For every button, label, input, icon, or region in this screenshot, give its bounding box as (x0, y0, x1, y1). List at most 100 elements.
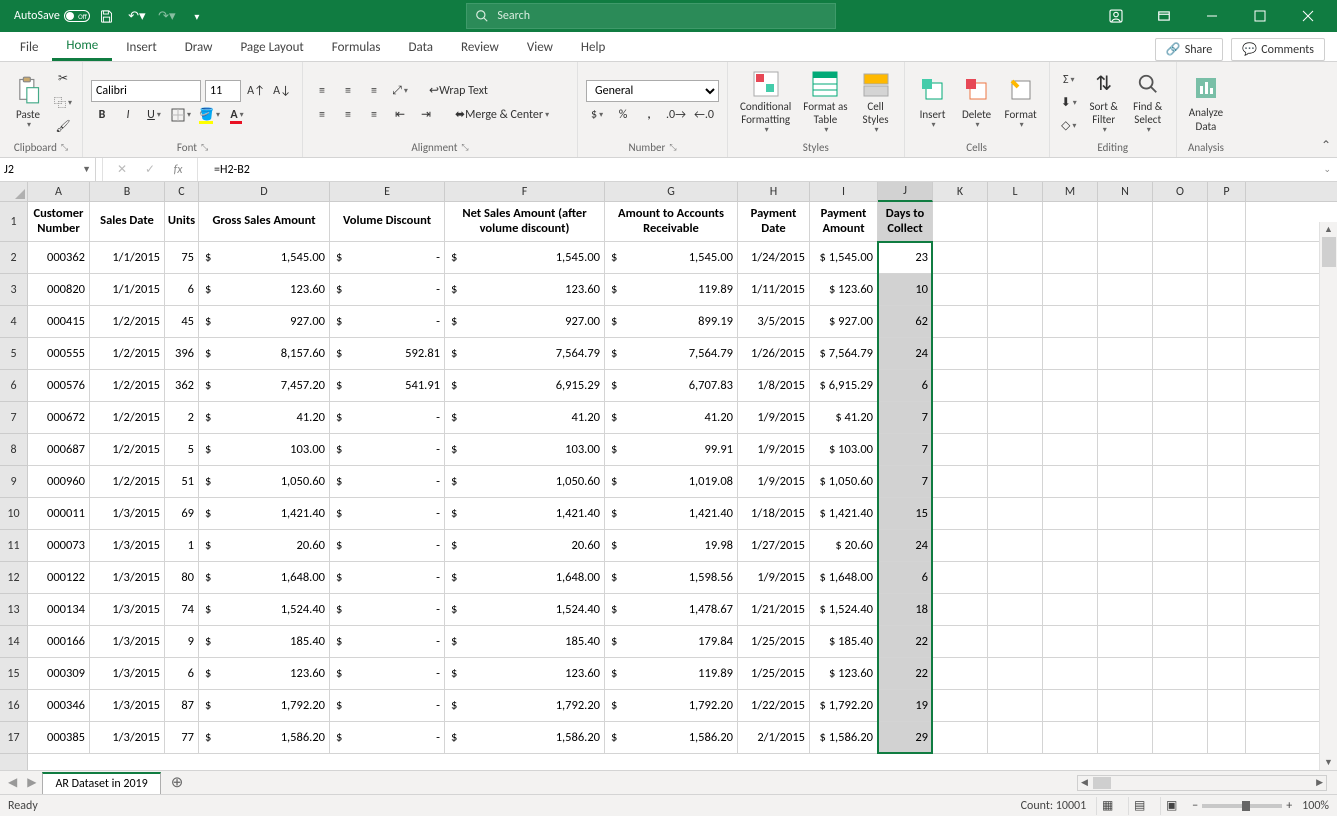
cell[interactable] (988, 658, 1043, 689)
cell[interactable] (1098, 530, 1153, 561)
row-header[interactable]: 7 (0, 402, 27, 434)
row-header[interactable]: 4 (0, 306, 27, 338)
cell[interactable]: 000820 (28, 274, 90, 305)
header-cell[interactable] (1153, 202, 1208, 241)
cell[interactable] (1153, 274, 1208, 305)
cell[interactable]: 1/2/2015 (90, 402, 165, 433)
sheet-nav-prev[interactable]: ◀ (4, 775, 21, 790)
paste-button[interactable]: Paste▾ (8, 68, 48, 138)
cell[interactable]: 62 (878, 306, 933, 337)
cell[interactable]: $- (330, 498, 445, 529)
cell[interactable]: $123.60 (199, 658, 330, 689)
cell[interactable] (933, 658, 988, 689)
cell[interactable]: $ 123.60 (810, 274, 878, 305)
cell[interactable]: $ 1,524.40 (810, 594, 878, 625)
insert-cells-button[interactable]: Insert▾ (913, 68, 953, 138)
cell[interactable]: $99.91 (605, 434, 738, 465)
tab-formulas[interactable]: Formulas (318, 33, 395, 61)
cell[interactable] (988, 562, 1043, 593)
header-cell[interactable]: Customer Number (28, 202, 90, 241)
cell[interactable] (1043, 466, 1098, 497)
cell[interactable] (1208, 626, 1246, 657)
cell[interactable]: $1,478.67 (605, 594, 738, 625)
cell[interactable]: $ 1,545.00 (810, 242, 878, 273)
cell[interactable]: 1/11/2015 (738, 274, 810, 305)
cell[interactable] (1208, 466, 1246, 497)
cell[interactable] (988, 690, 1043, 721)
fill-button[interactable]: ⬇▾ (1058, 92, 1080, 114)
cell[interactable]: $- (330, 626, 445, 657)
cell[interactable] (1208, 562, 1246, 593)
horizontal-scrollbar[interactable]: ◀▶ (1077, 775, 1327, 791)
delete-cells-button[interactable]: Delete▾ (957, 68, 997, 138)
cell[interactable] (933, 722, 988, 753)
cell[interactable]: 1/3/2015 (90, 626, 165, 657)
cell[interactable] (933, 466, 988, 497)
cell[interactable]: $ 20.60 (810, 530, 878, 561)
tab-file[interactable]: File (6, 33, 52, 61)
cell[interactable]: 6 (165, 274, 199, 305)
column-header-K[interactable]: K (933, 182, 988, 201)
cell[interactable]: $ 103.00 (810, 434, 878, 465)
cell[interactable]: 396 (165, 338, 199, 369)
increase-font-button[interactable]: A↑ (245, 80, 267, 102)
comments-button[interactable]: 💬 Comments (1231, 38, 1325, 61)
column-header-A[interactable]: A (28, 182, 90, 201)
cell[interactable]: $1,648.00 (445, 562, 605, 593)
dialog-launcher-icon[interactable]: ⤡ (461, 142, 468, 153)
cell[interactable]: 1/27/2015 (738, 530, 810, 561)
cell[interactable] (988, 530, 1043, 561)
column-header-D[interactable]: D (199, 182, 330, 201)
cell[interactable] (1153, 690, 1208, 721)
dialog-launcher-icon[interactable]: ⤡ (61, 142, 68, 153)
cell[interactable] (988, 626, 1043, 657)
cell[interactable]: 1/2/2015 (90, 370, 165, 401)
column-header-H[interactable]: H (738, 182, 810, 201)
accounting-format-button[interactable]: $▾ (586, 104, 608, 126)
cell[interactable]: 1/22/2015 (738, 690, 810, 721)
header-cell[interactable]: Payment Amount (810, 202, 878, 241)
cell[interactable]: $ 41.20 (810, 402, 878, 433)
column-header-J[interactable]: J (878, 182, 933, 202)
cell[interactable]: 7 (878, 466, 933, 497)
cell[interactable]: $- (330, 562, 445, 593)
align-bottom-button[interactable]: ≡ (363, 80, 385, 102)
cell[interactable]: 000960 (28, 466, 90, 497)
cell[interactable] (933, 402, 988, 433)
column-header-N[interactable]: N (1098, 182, 1153, 201)
cell[interactable] (988, 722, 1043, 753)
cell[interactable]: $ 1,050.60 (810, 466, 878, 497)
sheet-nav-next[interactable]: ▶ (23, 775, 40, 790)
cell[interactable] (1098, 434, 1153, 465)
zoom-controls[interactable]: − + 100% (1192, 799, 1329, 813)
cell[interactable]: $ 1,586.20 (810, 722, 878, 753)
number-format-combo[interactable]: General (586, 80, 719, 102)
cell[interactable] (1153, 242, 1208, 273)
row-header-1[interactable]: 1 (0, 202, 27, 242)
cell[interactable]: 24 (878, 338, 933, 369)
qat-customize-button[interactable]: ▾ (184, 4, 210, 28)
cell[interactable]: $41.20 (199, 402, 330, 433)
cell[interactable] (1153, 594, 1208, 625)
cell[interactable] (1043, 306, 1098, 337)
wrap-text-button[interactable]: ↩ Wrap Text (427, 80, 490, 102)
search-input[interactable]: Search (466, 3, 836, 29)
cell[interactable] (1153, 562, 1208, 593)
cell[interactable]: $119.89 (605, 658, 738, 689)
cell[interactable] (1208, 530, 1246, 561)
find-select-button[interactable]: Find & Select▾ (1128, 68, 1168, 138)
tab-review[interactable]: Review (447, 33, 513, 61)
tab-help[interactable]: Help (567, 33, 619, 61)
cell[interactable]: 000362 (28, 242, 90, 273)
fill-color-button[interactable]: 🪣▾ (197, 104, 222, 126)
cell[interactable]: 6 (878, 562, 933, 593)
cell[interactable] (1153, 434, 1208, 465)
cell[interactable] (1153, 402, 1208, 433)
cell[interactable] (1153, 306, 1208, 337)
cell[interactable]: $- (330, 402, 445, 433)
row-header[interactable]: 14 (0, 626, 27, 658)
tab-insert[interactable]: Insert (112, 33, 171, 61)
cell[interactable] (1098, 722, 1153, 753)
cell[interactable]: 000122 (28, 562, 90, 593)
cell[interactable] (988, 498, 1043, 529)
